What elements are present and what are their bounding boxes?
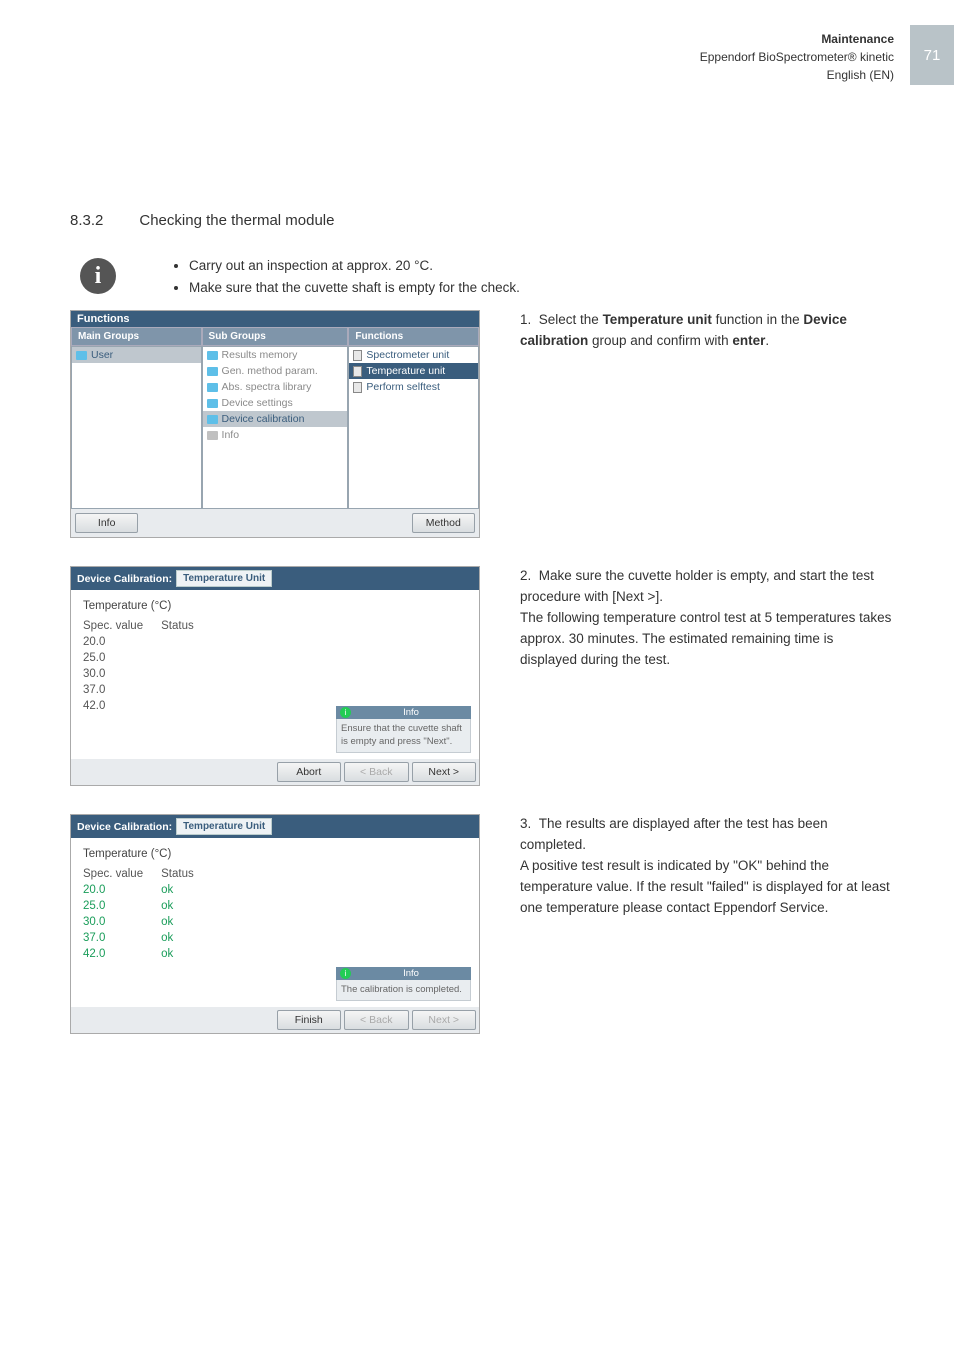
- method-button[interactable]: Method: [412, 513, 475, 533]
- info-badge-icon: i: [340, 707, 351, 718]
- next-button[interactable]: Next >: [412, 762, 477, 782]
- info-box: iInfo Ensure that the cuvette shaft is e…: [336, 706, 471, 753]
- col-head-func: Functions: [348, 327, 479, 346]
- next-button: Next >: [412, 1010, 477, 1030]
- info-box: iInfo The calibration is completed.: [336, 967, 471, 1001]
- table-row: 37.0: [83, 682, 212, 698]
- calib-head-label: Device Calibration:: [77, 573, 172, 585]
- header-line2: Eppendorf BioSpectrometer® kinetic: [700, 48, 894, 66]
- back-button: < Back: [344, 762, 409, 782]
- info-badge-icon: i: [340, 968, 351, 979]
- func-perform-selftest[interactable]: Perform selftest: [349, 379, 478, 395]
- note-bullets: Carry out an inspection at approx. 20 °C…: [175, 255, 520, 298]
- table-row: 25.0ok: [83, 898, 212, 914]
- info-text: The calibration is completed.: [336, 980, 471, 1001]
- screenshot-functions: Functions Main Groups Sub Groups Functio…: [70, 310, 480, 538]
- file-icon: [353, 350, 362, 361]
- table-row: 25.0: [83, 650, 212, 666]
- sub-device-settings[interactable]: Device settings: [203, 395, 348, 411]
- bullet-1: Carry out an inspection at approx. 20 °C…: [189, 255, 520, 277]
- table-row: 30.0ok: [83, 914, 212, 930]
- folder-icon: [207, 351, 218, 360]
- back-button: < Back: [344, 1010, 409, 1030]
- sub-info[interactable]: Info: [203, 427, 348, 443]
- table-row: 37.0ok: [83, 930, 212, 946]
- col-head-sub: Sub Groups: [202, 327, 349, 346]
- sub-device-calibration[interactable]: Device calibration: [203, 411, 348, 427]
- section-heading: 8.3.2 Checking the thermal module: [70, 212, 334, 229]
- tab-temp-unit[interactable]: Temperature Unit: [176, 818, 272, 835]
- sub-results-memory[interactable]: Results memory: [203, 347, 348, 363]
- finish-button[interactable]: Finish: [277, 1010, 342, 1030]
- func-spectrometer[interactable]: Spectrometer unit: [349, 347, 478, 363]
- folder-icon: [76, 351, 87, 360]
- folder-icon: [207, 383, 218, 392]
- header-line3: English (EN): [700, 66, 894, 84]
- file-icon: [353, 366, 362, 377]
- info-button[interactable]: Info: [75, 513, 138, 533]
- sc1-title: Functions: [71, 311, 479, 327]
- section-number: 8.3.2: [70, 212, 103, 229]
- section-title-text: Checking the thermal module: [139, 212, 334, 229]
- sub-gen-method[interactable]: Gen. method param.: [203, 363, 348, 379]
- screenshot-calib-empty: Device Calibration: Temperature Unit Tem…: [70, 566, 480, 786]
- info-text: Ensure that the cuvette shaft is empty a…: [336, 719, 471, 753]
- tab-temp-unit[interactable]: Temperature Unit: [176, 570, 272, 587]
- table-row: 20.0ok: [83, 882, 212, 898]
- screenshot-calib-done: Device Calibration: Temperature Unit Tem…: [70, 814, 480, 1034]
- temp-table-results: Spec. valueStatus 20.0ok 25.0ok 30.0ok 3…: [83, 866, 212, 962]
- main-group-user[interactable]: User: [72, 347, 201, 363]
- step-3-text: 3. The results are displayed after the t…: [520, 814, 894, 919]
- page-header: Maintenance Eppendorf BioSpectrometer® k…: [700, 30, 894, 84]
- table-row: 42.0: [83, 698, 212, 714]
- header-line1: Maintenance: [700, 30, 894, 48]
- bullet-2: Make sure that the cuvette shaft is empt…: [189, 277, 520, 299]
- step-1-text: 1. Select the Temperature unit function …: [520, 310, 894, 352]
- folder-icon: [207, 399, 218, 408]
- func-temperature-unit[interactable]: Temperature unit: [349, 363, 478, 379]
- temp-header: Temperature (°C): [83, 848, 467, 860]
- step-2-text: 2. Make sure the cuvette holder is empty…: [520, 566, 894, 671]
- temp-table: Spec. valueStatus 20.0 25.0 30.0 37.0 42…: [83, 618, 212, 714]
- file-icon: [353, 382, 362, 393]
- table-row: 20.0: [83, 634, 212, 650]
- abort-button[interactable]: Abort: [277, 762, 342, 782]
- page-number: 71: [910, 25, 954, 85]
- folder-icon: [207, 431, 218, 440]
- folder-icon: [207, 367, 218, 376]
- folder-icon: [207, 415, 218, 424]
- temp-header: Temperature (°C): [83, 600, 467, 612]
- info-icon: i: [80, 258, 116, 294]
- col-head-main: Main Groups: [71, 327, 202, 346]
- table-row: 30.0: [83, 666, 212, 682]
- table-row: 42.0ok: [83, 946, 212, 962]
- sub-abs-spectra[interactable]: Abs. spectra library: [203, 379, 348, 395]
- calib-head-label: Device Calibration:: [77, 821, 172, 833]
